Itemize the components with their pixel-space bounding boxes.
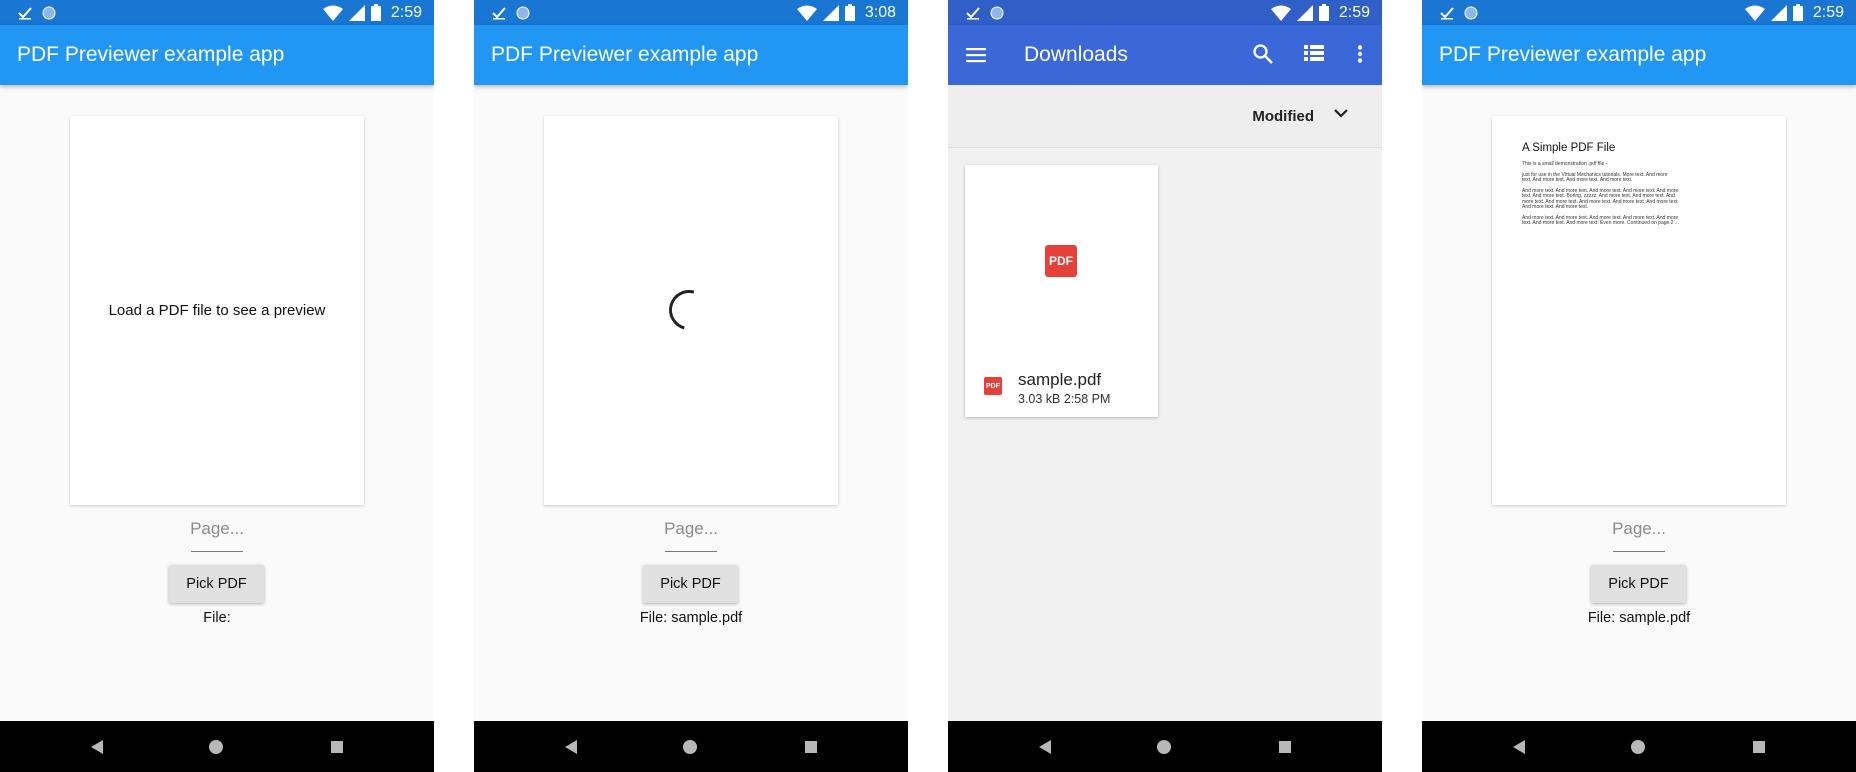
app-title: PDF Previewer example app (17, 43, 285, 66)
file-label: File: (203, 610, 231, 626)
signal-icon (1770, 4, 1787, 21)
list-view-icon[interactable] (1304, 45, 1324, 61)
app-title: PDF Previewer example app (491, 43, 759, 66)
battery-icon (1792, 4, 1803, 21)
back-icon[interactable] (91, 740, 103, 754)
check-icon (1440, 6, 1454, 19)
check-icon (966, 6, 980, 19)
signal-icon (348, 4, 365, 21)
status-bar: 2:59 (948, 0, 1382, 25)
page-input-underline (1613, 551, 1665, 552)
page-input-underline (191, 551, 243, 552)
nav-bar (948, 721, 1382, 772)
pick-pdf-button[interactable]: Pick PDF (643, 565, 738, 603)
downloads-body: Modified PDF PDF sample.pdf 3.03 kB 2:58… (948, 85, 1382, 721)
file-label: File: sample.pdf (1587, 610, 1691, 626)
screen-4-preview: 2:59 PDF Previewer example app A Simple … (1422, 0, 1856, 772)
file-label: File: sample.pdf (639, 610, 743, 626)
app-bar: PDF Previewer example app (1422, 25, 1856, 85)
menu-icon[interactable] (966, 47, 986, 63)
downloads-title: Downloads (1024, 43, 1128, 66)
more-vert-icon[interactable] (1357, 45, 1363, 63)
screen-1-empty: 2:59 PDF Previewer example app Load a PD… (0, 0, 434, 772)
status-time: 2:59 (390, 3, 422, 21)
sort-bar[interactable]: Modified (948, 85, 1382, 148)
app-bar: PDF Previewer example app (474, 25, 908, 85)
pdf-icon: PDF (1045, 245, 1077, 277)
sort-label[interactable]: Modified (1252, 108, 1314, 125)
status-bar: 2:59 (1422, 0, 1856, 25)
wifi-icon (1270, 5, 1291, 21)
battery-icon (370, 4, 381, 21)
app-bar: PDF Previewer example app (0, 25, 434, 85)
pick-pdf-button[interactable]: Pick PDF (169, 565, 264, 603)
nav-bar (1422, 721, 1856, 772)
wifi-icon (1744, 5, 1765, 21)
pdf-title: A Simple PDF File (1522, 142, 1616, 154)
page-input[interactable]: Page... (0, 519, 434, 539)
recents-icon[interactable] (1279, 741, 1291, 753)
pdf-paragraph: And more text. And more text. And more t… (1522, 215, 1766, 227)
wifi-icon (322, 5, 343, 21)
preview-placeholder: Load a PDF file to see a preview (108, 302, 326, 319)
file-time: 2:58 PM (1063, 392, 1111, 406)
pdf-line: This is a small demonstration .pdf file … (1522, 161, 1608, 167)
page-input-underline (665, 551, 717, 552)
back-icon[interactable] (565, 740, 577, 754)
wifi-icon (796, 5, 817, 21)
app-title: PDF Previewer example app (1439, 43, 1707, 66)
home-icon[interactable] (209, 740, 223, 754)
pdf-line: And more text. And more text. (1522, 204, 1589, 210)
battery-icon (844, 4, 855, 21)
pdf-paragraph: This is a small demonstration .pdf file … (1522, 161, 1766, 168)
status-bar: 2:59 (0, 0, 434, 25)
screen-2-loading: 3:08 PDF Previewer example app Page... P… (474, 0, 908, 772)
pdf-preview-area: A Simple PDF File This is a small demons… (1492, 116, 1786, 505)
recents-icon[interactable] (331, 741, 343, 753)
check-icon (18, 6, 32, 19)
home-icon[interactable] (1631, 740, 1645, 754)
file-size: 3.03 kB (1018, 392, 1061, 406)
status-time: 2:59 (1338, 3, 1370, 21)
pick-pdf-button[interactable]: Pick PDF (1591, 565, 1686, 603)
pdf-preview-area: Load a PDF file to see a preview (70, 116, 364, 505)
home-icon[interactable] (1157, 740, 1171, 754)
screen-3-downloads: 2:59 Downloads Modified PDF PDF sample.p… (948, 0, 1382, 772)
chevron-down-icon[interactable] (1334, 109, 1348, 119)
back-icon[interactable] (1513, 740, 1525, 754)
page-input[interactable]: Page... (474, 519, 908, 539)
file-meta: 3.03 kB 2:58 PM (1018, 392, 1110, 406)
pdf-line: text. And more text. And more text. And … (1522, 177, 1633, 183)
check-icon (492, 6, 506, 19)
signal-icon (1296, 4, 1313, 21)
back-icon[interactable] (1039, 740, 1051, 754)
loading-spinner (661, 282, 717, 338)
page-input[interactable]: Page... (1422, 519, 1856, 539)
downloads-toolbar: Downloads (948, 25, 1382, 85)
circle-icon (1464, 6, 1478, 19)
status-time: 3:08 (864, 3, 896, 21)
nav-bar (474, 721, 908, 772)
search-icon[interactable] (1252, 43, 1274, 65)
nav-bar (0, 721, 434, 772)
signal-icon (822, 4, 839, 21)
recents-icon[interactable] (1753, 741, 1765, 753)
home-icon[interactable] (683, 740, 697, 754)
circle-icon (42, 6, 56, 19)
pdf-line: text. And more text. And more text. Even… (1522, 220, 1680, 226)
circle-icon (990, 6, 1004, 19)
pdf-paragraph: just for use in the Virtual Mechanics tu… (1522, 172, 1766, 184)
pdf-page-render: A Simple PDF File This is a small demons… (1522, 142, 1766, 232)
pdf-paragraph: And more text. And more text. And more t… (1522, 188, 1766, 211)
file-name: sample.pdf (1018, 370, 1102, 389)
status-time: 2:59 (1812, 3, 1844, 21)
pdf-icon: PDF (984, 377, 1002, 395)
battery-icon (1318, 4, 1329, 21)
file-card[interactable]: PDF PDF sample.pdf 3.03 kB 2:58 PM (965, 165, 1158, 417)
status-bar: 3:08 (474, 0, 908, 25)
circle-icon (516, 6, 530, 19)
pdf-preview-area (544, 116, 838, 505)
recents-icon[interactable] (805, 741, 817, 753)
